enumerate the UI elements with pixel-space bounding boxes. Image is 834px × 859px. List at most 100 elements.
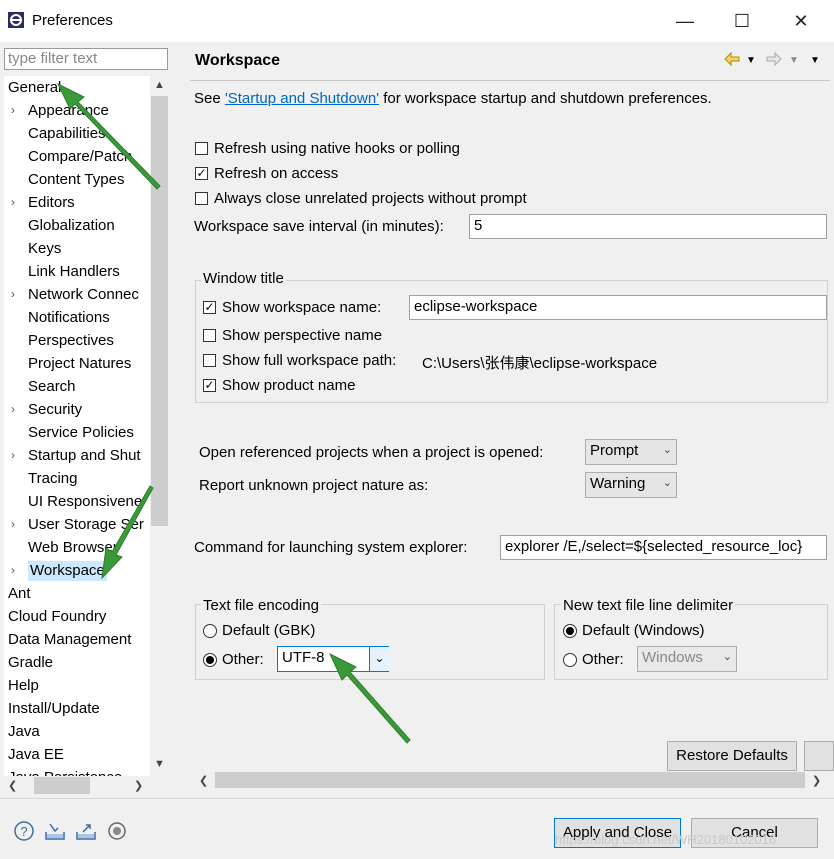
help-icon[interactable]: ? [13, 820, 35, 842]
tree-item[interactable]: General [8, 78, 61, 98]
record-icon[interactable] [106, 820, 128, 842]
tree-item[interactable]: Notifications [28, 308, 110, 328]
scroll-down-icon[interactable]: ▼ [154, 758, 165, 770]
scroll-left-icon[interactable]: ❮ [8, 779, 17, 792]
expand-chevron-icon[interactable]: › [11, 287, 15, 301]
scroll-up-icon[interactable]: ▲ [154, 79, 165, 91]
window-title: Preferences [32, 12, 113, 29]
app-icon [8, 12, 24, 28]
tree-item[interactable]: Cloud Foundry [8, 607, 106, 627]
tree-item[interactable]: Ant [8, 584, 31, 604]
chevron-down-icon: ⌄ [662, 444, 672, 456]
encoding-legend: Text file encoding [201, 597, 321, 614]
page-title: Workspace [195, 52, 281, 69]
tree-item[interactable]: Appearance [28, 101, 109, 121]
tree-item[interactable]: Web Browser [28, 538, 118, 558]
tree-item[interactable]: Globalization [28, 216, 115, 236]
always-close-checkbox[interactable] [195, 192, 208, 205]
show-product-checkbox[interactable]: ✓ [203, 379, 216, 392]
minimize-button[interactable]: — [662, 8, 708, 34]
scroll-right-icon[interactable]: ❯ [812, 774, 821, 787]
tree-item[interactable]: Install/Update [8, 699, 100, 719]
tree-item[interactable]: Link Handlers [28, 262, 120, 282]
back-dropdown-icon[interactable]: ▼ [746, 55, 756, 66]
page-hscroll-thumb[interactable] [215, 772, 805, 788]
encoding-default-radio[interactable] [203, 624, 217, 638]
tree-item[interactable]: Gradle [8, 653, 53, 673]
filter-input[interactable]: type filter text [4, 48, 168, 70]
forward-icon[interactable] [766, 52, 782, 66]
tree-item[interactable]: Help [8, 676, 39, 696]
expand-chevron-icon[interactable]: › [11, 517, 15, 531]
watermark: https://blog.csdn.net/WH20180102016 [555, 832, 777, 847]
show-full-path-label: Show full workspace path: [222, 352, 397, 369]
tree-item[interactable]: Project Natures [28, 354, 131, 374]
tree-item[interactable]: Perspectives [28, 331, 114, 351]
tree-item[interactable]: User Storage Ser [28, 515, 144, 535]
tree-item[interactable]: Java EE [8, 745, 64, 765]
import-icon[interactable] [44, 820, 66, 842]
tree-scroll-thumb[interactable] [151, 96, 168, 526]
delimiter-other-radio[interactable] [563, 653, 577, 667]
startup-shutdown-link[interactable]: 'Startup and Shutdown' [225, 90, 379, 107]
show-ws-name-checkbox[interactable]: ✓ [203, 301, 216, 314]
unknown-nature-select[interactable]: Warning ⌄ [585, 472, 677, 498]
forward-dropdown-icon[interactable]: ▼ [789, 55, 799, 66]
tree-item[interactable]: Java Persistence [8, 768, 122, 776]
encoding-other-radio[interactable] [203, 653, 217, 667]
cmd-input[interactable]: explorer /E,/select=${selected_resource_… [500, 535, 827, 560]
show-full-path-checkbox[interactable] [203, 354, 216, 367]
window-title-legend: Window title [201, 270, 286, 287]
open-ref-select[interactable]: Prompt ⌄ [585, 439, 677, 465]
svg-text:?: ? [20, 824, 27, 839]
view-menu-icon[interactable]: ▼ [810, 55, 820, 66]
tree-item[interactable]: Data Management [8, 630, 131, 650]
restore-defaults-button[interactable]: Restore Defaults [667, 741, 797, 771]
save-interval-input[interactable]: 5 [469, 214, 827, 239]
tree-item[interactable]: Search [28, 377, 76, 397]
close-button[interactable]: ✕ [778, 8, 824, 34]
tree-item[interactable]: Compare/Patch [28, 147, 132, 167]
scroll-left-icon[interactable]: ❮ [199, 774, 208, 787]
expand-chevron-icon[interactable]: › [11, 563, 15, 577]
export-icon[interactable] [75, 820, 97, 842]
tree-item[interactable]: Content Types [28, 170, 124, 190]
preference-tree: General › Appearance Capabilities Compare/Pa… [4, 76, 169, 776]
expand-chevron-icon[interactable]: › [11, 103, 15, 117]
tree-hscroll-thumb[interactable] [34, 777, 90, 794]
chevron-down-icon[interactable]: ⌄ [369, 647, 389, 671]
ws-name-input[interactable]: eclipse-workspace [409, 295, 827, 320]
tree-item[interactable]: Startup and Shut [28, 446, 141, 466]
expand-chevron-icon[interactable]: › [11, 402, 15, 416]
unknown-nature-value: Warning [590, 475, 646, 492]
description: See 'Startup and Shutdown' for workspace… [194, 90, 712, 107]
tree-item[interactable]: Capabilities [28, 124, 106, 144]
tree-item[interactable]: Security [28, 400, 82, 420]
tree-item[interactable]: UI Responsivene [28, 492, 142, 512]
encoding-other-label: Other: [222, 651, 264, 668]
unknown-nature-label: Report unknown project nature as: [199, 477, 429, 494]
show-product-label: Show product name [222, 377, 356, 394]
tree-item[interactable]: Editors [28, 193, 75, 213]
tree-item[interactable]: Java [8, 722, 40, 742]
show-perspective-checkbox[interactable] [203, 329, 216, 342]
delimiter-default-radio[interactable] [563, 624, 577, 638]
expand-chevron-icon[interactable]: › [11, 448, 15, 462]
save-interval-label: Workspace save interval (in minutes): [194, 218, 444, 235]
tree-item[interactable]: Tracing [28, 469, 77, 489]
refresh-native-checkbox[interactable] [195, 142, 208, 155]
tree-item[interactable]: Workspace [28, 561, 107, 581]
scroll-right-icon[interactable]: ❯ [134, 779, 143, 792]
refresh-access-checkbox[interactable]: ✓ [195, 167, 208, 180]
tree-item[interactable]: Network Connec [28, 285, 139, 305]
chevron-down-icon: ⌄ [722, 651, 732, 663]
tree-item[interactable]: Service Policies [28, 423, 134, 443]
apply-button[interactable] [804, 741, 834, 771]
delimiter-select[interactable]: Windows ⌄ [637, 646, 737, 672]
tree-item[interactable]: Keys [28, 239, 61, 259]
back-icon[interactable] [724, 52, 740, 66]
delimiter-legend: New text file line delimiter [561, 597, 736, 614]
expand-chevron-icon[interactable]: › [11, 195, 15, 209]
description-suffix: for workspace startup and shutdown prefe… [379, 90, 712, 107]
maximize-button[interactable]: ☐ [719, 8, 765, 34]
